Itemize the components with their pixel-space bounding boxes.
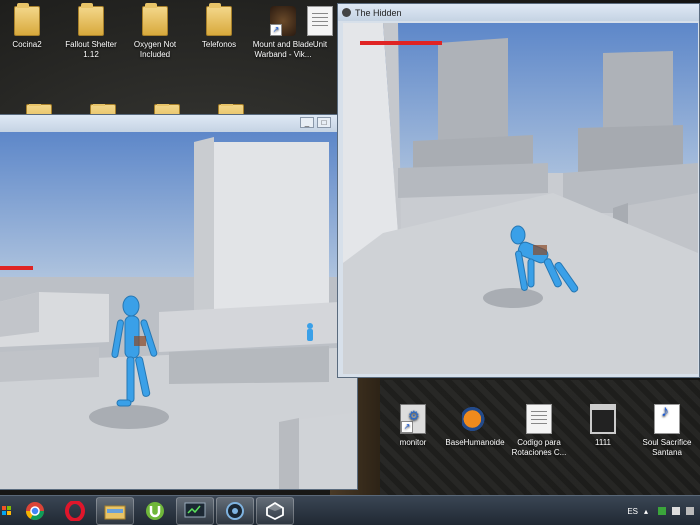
unity-icon[interactable] [256,496,294,525]
blender-icon [462,404,488,434]
game-scene [343,23,698,374]
utorrent-icon[interactable] [136,497,174,525]
folder-icon [78,3,104,36]
desktop-icon-telefonos[interactable]: Telefonos [186,3,252,50]
maximize-icon[interactable]: □ [317,117,331,128]
unity-icon [307,6,333,36]
desktop-icon-label: BaseHumanoide [445,438,505,447]
game-shortcut-icon [270,6,296,36]
opera-icon[interactable] [56,497,94,525]
taskbar: ES ▴ [0,495,700,525]
health-bar [360,41,442,45]
desktop-icon-1111[interactable]: 1111 [570,404,636,448]
folder-icon [14,3,40,36]
folder-icon [142,3,168,36]
desktop-icon-fallout-shelter[interactable]: Fallout Shelter 1.12 [58,3,124,60]
desktop-icon-basehumanoide[interactable]: BaseHumanoide [442,404,508,448]
desktop-icon-label: Codigo para Rotaciones C... [511,438,567,457]
file-explorer-icon[interactable] [96,496,134,525]
system-tray: ES ▴ [627,496,700,525]
app-icon [342,8,351,17]
tray-battery-icon[interactable] [658,507,666,515]
desktop-icon-cocina2[interactable]: Cocina2 [0,3,60,50]
document-icon [526,404,552,434]
desktop-icon-codigo-rotaciones[interactable]: Codigo para Rotaciones C... [506,404,572,458]
window-controls: _ □ [300,117,331,128]
folder-icon [206,3,232,36]
game-window-the-hidden[interactable]: The Hidden [337,3,700,378]
game-viewport[interactable] [343,23,698,374]
window-titlebar[interactable]: The Hidden [338,4,699,21]
window-title: The Hidden [355,7,402,18]
desktop-icon-label: Unit [312,40,328,49]
desktop-icon-unity[interactable]: Unit [300,6,340,50]
desktop-icon-monitor[interactable]: monitor [380,404,446,448]
desktop-icon-soul-sacrifice[interactable]: Soul Sacrifice Santana [634,404,700,458]
health-bar-fill [0,266,33,270]
desktop-icon-label: monitor [399,438,427,447]
distant-humanoid [307,323,313,341]
tray-volume-icon[interactable] [686,507,694,515]
game-scene [0,132,357,489]
desktop-icon-label: Cocina2 [12,40,42,49]
mp3-icon [654,404,680,434]
chrome-icon[interactable] [16,497,54,525]
monitor-shortcut-icon [400,404,426,434]
console-icon [590,404,616,434]
health-bar [0,266,33,270]
minimize-icon[interactable]: _ [300,117,314,128]
language-indicator[interactable]: ES [627,507,638,516]
health-bar-fill [360,41,442,45]
game-window-left[interactable]: _ □ [0,114,358,490]
tray-network-icon[interactable] [672,507,680,515]
app-circle-icon[interactable] [216,496,254,525]
desktop-icon-label: Fallout Shelter 1.12 [65,40,117,59]
desktop-icon-label: 1111 [594,438,611,447]
windows-start-icon[interactable] [0,497,14,525]
desktop-icon-label: Soul Sacrifice Santana [642,438,692,457]
monitor-app-icon[interactable] [176,496,214,525]
tray-arrow-icon[interactable]: ▴ [644,507,652,516]
desktop-icon-label: Telefonos [201,40,237,49]
desktop-icon-label: Oxygen Not Included [133,40,177,59]
desktop-icon-oxygen-not-included[interactable]: Oxygen Not Included [122,3,188,60]
game-viewport[interactable] [0,132,357,489]
